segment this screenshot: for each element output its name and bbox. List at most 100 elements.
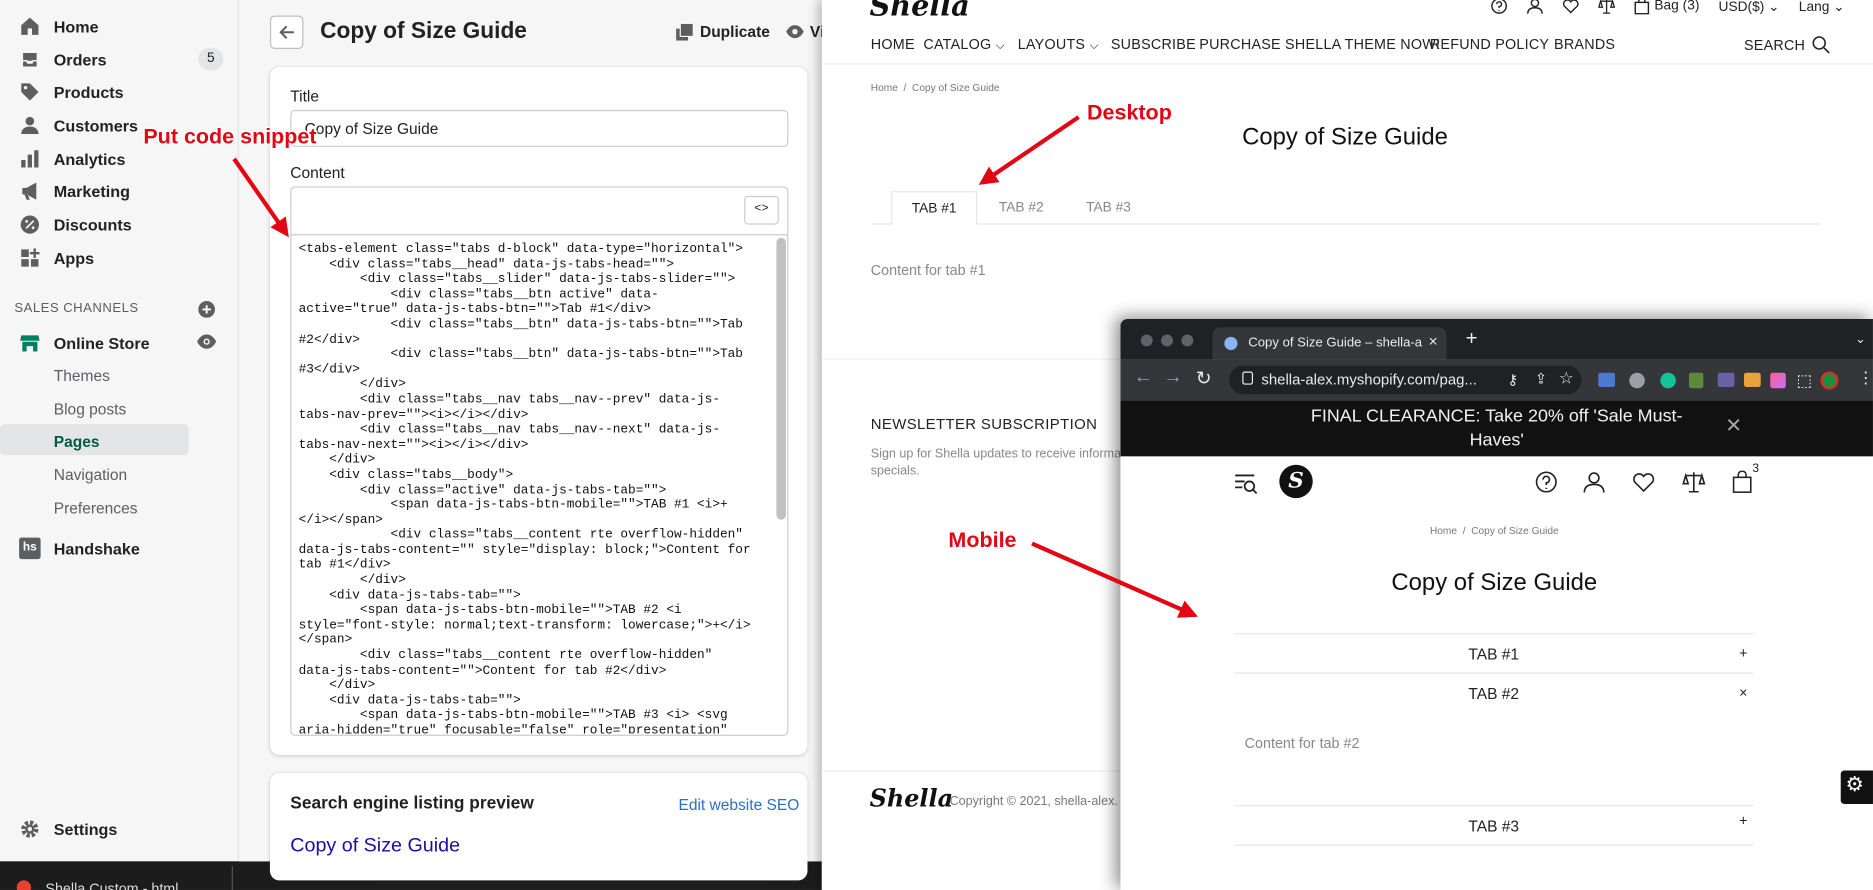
extension-icon-2[interactable] xyxy=(1629,372,1645,389)
code-textarea[interactable]: <tabs-element class="tabs d-block" data-… xyxy=(291,235,769,734)
currency-selector[interactable]: USD($) ⌄ xyxy=(1719,0,1780,14)
compare-icon[interactable] xyxy=(1682,471,1706,494)
back-icon[interactable]: ← xyxy=(1134,367,1153,389)
more-menu-icon[interactable]: ⋮ xyxy=(1857,368,1873,388)
nav-settings[interactable]: Settings xyxy=(19,817,117,841)
tab-3[interactable]: TAB #3 xyxy=(1068,191,1149,224)
nav-discounts[interactable]: Discounts xyxy=(19,213,132,237)
account-icon[interactable] xyxy=(1583,471,1606,494)
menu-refund-policy[interactable]: REFUND POLICY xyxy=(1430,36,1549,53)
menu-layouts[interactable]: LAYOUTS ⌵ xyxy=(1018,36,1099,53)
theme-settings-button[interactable]: ⚙ xyxy=(1840,770,1873,804)
store-logo[interactable]: Shella xyxy=(870,0,970,23)
mobile-tab-1-label: TAB #1 xyxy=(1468,645,1520,664)
breadcrumb: Home / Copy of Size Guide xyxy=(871,81,1000,93)
new-tab-icon[interactable]: + xyxy=(1466,327,1478,351)
extension-icon-3[interactable] xyxy=(1689,372,1704,389)
extension-icon-4[interactable] xyxy=(1717,372,1735,388)
bag-button[interactable]: Bag (3) xyxy=(1634,0,1699,15)
profile-avatar[interactable] xyxy=(1820,371,1839,390)
extension-icon-1[interactable] xyxy=(1598,372,1615,388)
address-bar[interactable]: shella-alex.myshopify.com/pag... xyxy=(1229,365,1582,395)
nav-home-label: Home xyxy=(53,17,99,36)
nav-customers[interactable]: Customers xyxy=(19,113,138,137)
nav-navigation[interactable]: Navigation xyxy=(54,466,127,484)
nav-orders[interactable]: Orders xyxy=(19,48,107,72)
search-button[interactable]: SEARCH xyxy=(1744,36,1830,54)
mobile-logo[interactable]: S xyxy=(1279,464,1313,499)
expand-icon: + xyxy=(1739,812,1748,830)
mobile-tab-3[interactable]: TAB #3 + xyxy=(1233,805,1754,846)
menu-home[interactable]: HOME xyxy=(871,36,915,53)
puzzle-icon[interactable]: ⬚ xyxy=(1797,370,1813,390)
code-scrollbar[interactable] xyxy=(776,237,786,520)
nav-blog-posts[interactable]: Blog posts xyxy=(54,400,127,418)
nav-home[interactable]: Home xyxy=(19,14,99,38)
breadcrumb-home[interactable]: Home xyxy=(871,81,898,93)
window-zoom-dot[interactable] xyxy=(1181,334,1194,347)
arrow-left-icon xyxy=(279,25,294,39)
nav-handshake[interactable]: hs Handshake xyxy=(19,536,140,560)
seo-title: Search engine listing preview xyxy=(290,794,534,814)
nav-analytics[interactable]: Analytics xyxy=(19,147,125,171)
eye-icon[interactable] xyxy=(197,334,217,349)
tab-content: Content for tab #1 xyxy=(870,261,986,279)
compare-icon[interactable] xyxy=(1598,0,1615,14)
add-channel-icon[interactable] xyxy=(198,301,216,318)
help-icon[interactable] xyxy=(1491,0,1508,14)
menu-purchase[interactable]: PURCHASE SHELLA THEME NOW! xyxy=(1199,36,1440,53)
menu-search-icon[interactable] xyxy=(1234,472,1258,496)
annotation-desktop: Desktop xyxy=(1086,100,1172,125)
wishlist-icon[interactable] xyxy=(1562,0,1579,14)
nav-products[interactable]: Products xyxy=(19,80,124,104)
tab-2[interactable]: TAB #2 xyxy=(982,191,1061,224)
menu-brands[interactable]: BRANDS xyxy=(1554,36,1615,53)
breadcrumb-separator: / xyxy=(903,81,907,94)
tab-1[interactable]: TAB #1 xyxy=(891,191,978,225)
grammarly-icon[interactable] xyxy=(1660,372,1676,389)
view-button[interactable]: Vi xyxy=(786,23,824,41)
close-tab-icon[interactable]: × xyxy=(1429,332,1438,350)
mobile-browser-window: Copy of Size Guide – shella-ale × + ⌄ ← … xyxy=(1120,318,1873,890)
language-selector[interactable]: Lang ⌄ xyxy=(1799,0,1845,14)
duplicate-label: Duplicate xyxy=(699,22,770,41)
forward-icon[interactable]: → xyxy=(1163,367,1182,389)
menu-subscribe[interactable]: SUBSCRIBE xyxy=(1111,36,1196,53)
key-icon[interactable]: ⚷ xyxy=(1507,372,1518,389)
nav-online-store[interactable]: Online Store xyxy=(19,331,150,355)
title-input[interactable]: Copy of Size Guide xyxy=(290,109,789,147)
chevron-down-icon: ⌄ xyxy=(1768,0,1780,15)
duplicate-button[interactable]: Duplicate xyxy=(676,23,770,41)
help-icon[interactable] xyxy=(1535,471,1558,494)
nav-preferences[interactable]: Preferences xyxy=(54,499,138,517)
search-icon xyxy=(1812,36,1830,54)
extension-icon-6[interactable] xyxy=(1770,372,1786,389)
banner-close-icon[interactable]: × xyxy=(1726,412,1741,438)
account-icon[interactable] xyxy=(1527,0,1544,14)
browser-tab[interactable]: Copy of Size Guide – shella-ale × xyxy=(1212,327,1447,360)
window-close-dot[interactable] xyxy=(1140,334,1153,347)
menu-catalog[interactable]: CATALOG ⌵ xyxy=(923,36,1005,53)
nav-themes[interactable]: Themes xyxy=(54,367,110,385)
nav-marketing[interactable]: Marketing xyxy=(19,179,130,203)
taskbar-label[interactable]: Shella Custom - html xyxy=(45,880,178,890)
reload-icon[interactable]: ↻ xyxy=(1196,367,1212,391)
extension-icon-5[interactable] xyxy=(1743,372,1761,388)
share-icon[interactable]: ⇪ xyxy=(1535,370,1547,387)
seo-preview-link[interactable]: Copy of Size Guide xyxy=(290,835,460,858)
mobile-tab-2[interactable]: TAB #2 × xyxy=(1233,672,1754,714)
back-button[interactable] xyxy=(269,15,304,49)
tab-search-icon[interactable]: ⌄ xyxy=(1855,331,1866,346)
bookmark-star-icon[interactable]: ☆ xyxy=(1559,368,1574,388)
window-minimize-dot[interactable] xyxy=(1161,334,1173,347)
wishlist-icon[interactable] xyxy=(1632,471,1656,494)
nav-pages[interactable]: Pages xyxy=(54,432,100,450)
nav-apps[interactable]: Apps xyxy=(19,246,94,270)
code-view-toggle[interactable]: <> xyxy=(744,195,779,225)
menu-layouts-label: LAYOUTS xyxy=(1017,35,1086,53)
nav-customers-label: Customers xyxy=(53,116,139,135)
mobile-tab-1[interactable]: TAB #1 + xyxy=(1233,633,1754,674)
breadcrumb-home[interactable]: Home xyxy=(1430,524,1457,536)
edit-seo-link[interactable]: Edit website SEO xyxy=(678,796,799,814)
bag-icon[interactable] xyxy=(1732,470,1752,494)
